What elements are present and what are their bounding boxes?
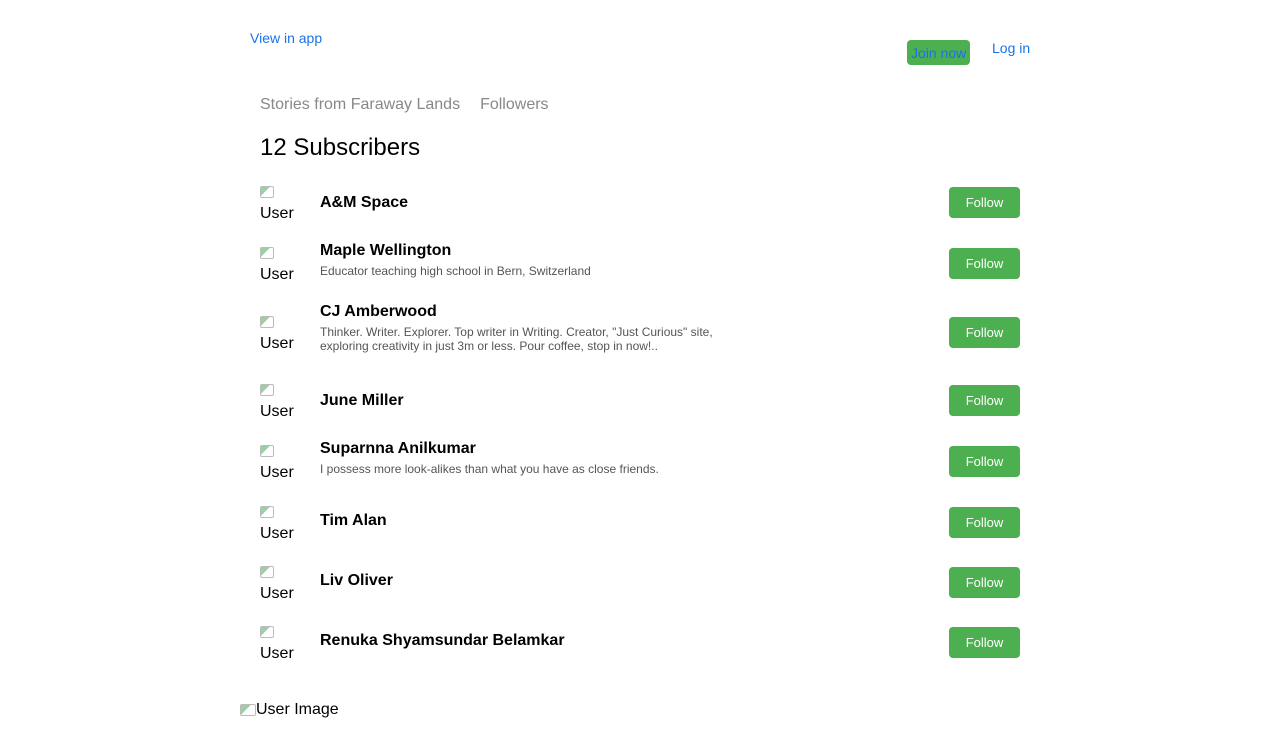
subscriber-info: CJ Amberwood Thinker. Writer. Explorer. … bbox=[320, 303, 740, 353]
footer-user-image: User Image bbox=[240, 700, 340, 720]
avatar-alt-text: User Image bbox=[260, 335, 294, 352]
tab-stories[interactable]: Stories from Faraway Lands bbox=[260, 96, 460, 114]
subscriber-row: User Image Tim Alan Follow bbox=[260, 504, 1020, 544]
avatar-alt-text: User Image bbox=[260, 403, 294, 420]
subscriber-info: Maple Wellington Educator teaching high … bbox=[320, 242, 760, 278]
broken-image-icon bbox=[240, 704, 256, 716]
subscriber-row: User Image Suparnna Anilkumar I possess … bbox=[260, 440, 1020, 483]
subscriber-name[interactable]: Tim Alan bbox=[320, 512, 760, 530]
follow-button[interactable]: Follow bbox=[949, 507, 1020, 538]
avatar-alt-text: User Image bbox=[260, 585, 294, 602]
broken-image-icon bbox=[260, 316, 274, 328]
subscriber-bio: I possess more look-alikes than what you… bbox=[320, 462, 659, 476]
broken-image-icon bbox=[260, 384, 274, 396]
broken-image-icon bbox=[260, 506, 274, 518]
broken-image-icon bbox=[260, 445, 274, 457]
avatar: User Image bbox=[260, 624, 300, 664]
avatar: User Image bbox=[260, 382, 300, 422]
follow-button[interactable]: Follow bbox=[949, 567, 1020, 598]
page-container: View in app Join now Log in Stories from… bbox=[240, 0, 1040, 740]
subscriber-info: Tim Alan bbox=[320, 512, 760, 530]
follow-button[interactable]: Follow bbox=[949, 385, 1020, 416]
join-now-button[interactable]: Join now bbox=[907, 40, 971, 65]
avatar: User Image bbox=[260, 443, 300, 483]
subscriber-row: User Image Renuka Shyamsundar Belamkar F… bbox=[260, 624, 1020, 664]
subscriber-bio: Educator teaching high school in Bern, S… bbox=[320, 264, 591, 278]
avatar: User Image bbox=[260, 314, 300, 354]
subscriber-row: User Image June Miller Follow bbox=[260, 382, 1020, 422]
subscriber-row: User Image Liv Oliver Follow bbox=[260, 564, 1020, 604]
tab-followers[interactable]: Followers bbox=[480, 96, 548, 114]
subscriber-name[interactable]: Renuka Shyamsundar Belamkar bbox=[320, 632, 760, 650]
subscriber-info: June Miller bbox=[320, 392, 760, 410]
broken-image-icon bbox=[260, 566, 274, 578]
follow-button[interactable]: Follow bbox=[949, 317, 1020, 348]
subscriber-name[interactable]: A&M Space bbox=[320, 194, 760, 212]
avatar: User Image bbox=[260, 184, 300, 224]
follow-button[interactable]: Follow bbox=[949, 187, 1020, 218]
follow-button[interactable]: Follow bbox=[949, 446, 1020, 477]
subscriber-info: A&M Space bbox=[320, 194, 760, 212]
subscriber-name[interactable]: Liv Oliver bbox=[320, 572, 760, 590]
avatar: User Image bbox=[260, 564, 300, 604]
subscriber-row: User Image A&M Space Follow bbox=[260, 184, 1020, 224]
follow-button[interactable]: Follow bbox=[949, 248, 1020, 279]
subscriber-info: Renuka Shyamsundar Belamkar bbox=[320, 632, 760, 650]
avatar-alt-text: User Image bbox=[260, 266, 294, 283]
avatar-alt-text: User Image bbox=[260, 464, 294, 481]
subscriber-row: User Image CJ Amberwood Thinker. Writer.… bbox=[260, 303, 1020, 354]
footer-image-alt-text: User Image bbox=[256, 701, 339, 718]
follow-button[interactable]: Follow bbox=[949, 627, 1020, 658]
subscriber-info: Suparnna Anilkumar I possess more look-a… bbox=[320, 440, 760, 476]
subscriber-bio: Thinker. Writer. Explorer. Top writer in… bbox=[320, 325, 713, 353]
avatar-alt-text: User Image bbox=[260, 645, 294, 662]
avatar: User Image bbox=[260, 245, 300, 285]
view-in-app-link[interactable]: View in app bbox=[250, 30, 322, 46]
subscriber-info: Liv Oliver bbox=[320, 572, 760, 590]
subscriber-name[interactable]: Maple Wellington bbox=[320, 242, 760, 260]
avatar-alt-text: User Image bbox=[260, 205, 294, 222]
subscriber-row: User Image Maple Wellington Educator tea… bbox=[260, 242, 1020, 285]
avatar: User Image bbox=[260, 504, 300, 544]
broken-image-icon bbox=[260, 626, 274, 638]
tabs: Stories from Faraway Lands Followers bbox=[260, 96, 549, 114]
subscriber-name[interactable]: June Miller bbox=[320, 392, 760, 410]
avatar-alt-text: User Image bbox=[260, 525, 294, 542]
log-in-link[interactable]: Log in bbox=[992, 40, 1030, 56]
subscriber-name[interactable]: Suparnna Anilkumar bbox=[320, 440, 760, 458]
broken-image-icon bbox=[260, 186, 274, 198]
broken-image-icon bbox=[260, 247, 274, 259]
subscriber-name[interactable]: CJ Amberwood bbox=[320, 303, 740, 321]
page-title: 12 Subscribers bbox=[260, 134, 421, 161]
